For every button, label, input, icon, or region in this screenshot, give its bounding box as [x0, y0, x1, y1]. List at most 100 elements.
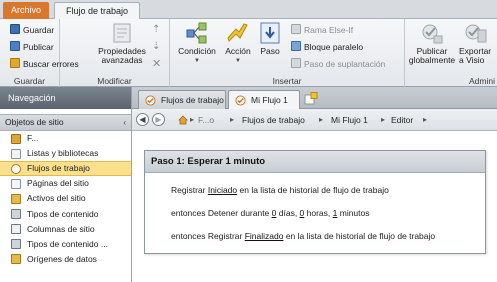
nav-item-label: Tipos de contenido — [27, 208, 99, 219]
step-button[interactable]: Paso — [257, 21, 283, 56]
action-text: minutos — [337, 208, 370, 218]
workflow-icon — [145, 95, 156, 106]
publish-label: Publicar — [23, 42, 54, 52]
new-tab-icon[interactable] — [304, 92, 318, 105]
condition-button[interactable]: Condición ▼ — [175, 21, 219, 66]
breadcrumb-separator: ▸ — [190, 115, 195, 124]
publish-button[interactable]: Publicar — [10, 41, 54, 53]
action-button[interactable]: Acción ▼ — [220, 21, 256, 66]
list-icon — [11, 148, 21, 159]
forward-button[interactable]: ▶ — [152, 113, 165, 126]
nav-item-label: Páginas del sitio — [27, 178, 89, 189]
export-visio-icon — [465, 24, 487, 43]
publish-globally-label-2: globalmente — [408, 55, 456, 65]
action-label: Acción — [225, 46, 251, 56]
nav-item-external-content-types[interactable]: Tipos de contenido ... — [0, 237, 131, 252]
nav-item-home[interactable]: F... — [0, 131, 131, 146]
else-if-label: Rama Else-If — [304, 25, 354, 35]
breadcrumb-site[interactable]: F...o — [198, 113, 214, 127]
breadcrumb-separator: ▸ — [381, 115, 386, 124]
save-icon — [10, 24, 20, 34]
nav-item-content-types[interactable]: Tipos de contenido — [0, 206, 131, 221]
delete-icon[interactable]: ✕ — [152, 58, 161, 70]
tab-workflows[interactable]: Flujos de trabajo — [138, 90, 226, 109]
advanced-properties-button[interactable]: Propiedades avanzadas — [94, 21, 150, 65]
step-icon — [260, 22, 280, 44]
back-button[interactable]: ◀ — [136, 113, 149, 126]
nav-item-label: Tipos de contenido ... — [27, 238, 108, 249]
step-title: Paso 1: Esperar 1 minuto — [145, 151, 485, 173]
site-objects-header[interactable]: Objetos de sitio ‹ — [0, 114, 131, 131]
condition-dropdown-icon: ▼ — [194, 58, 200, 64]
nav-item-label: Listas y bibliotecas — [27, 148, 99, 159]
nav-item-site-pages[interactable]: Páginas del sitio — [0, 176, 131, 191]
action-text: horas, — [304, 208, 333, 218]
breadcrumb-my-workflow[interactable]: Mi Flujo 1 — [331, 113, 368, 127]
page-icon — [11, 178, 21, 189]
nav-item-site-assets[interactable]: Activos del sitio — [0, 191, 131, 206]
parallel-block-button[interactable]: Bloque paralelo — [291, 41, 363, 53]
tab-workflows-label: Flujos de trabajo — [161, 95, 224, 105]
condition-icon — [186, 22, 207, 44]
navigation-header: Navegación — [0, 87, 131, 109]
data-source-icon — [11, 254, 21, 265]
log-message-link[interactable]: Iniciado — [208, 185, 237, 195]
ribbon: Guardar Publicar Buscar errores Guardar … — [0, 19, 497, 87]
breadcrumb-editor[interactable]: Editor — [391, 113, 413, 127]
step-action-log-end: entonces Registrar Finalizado en la list… — [171, 230, 435, 242]
impersonation-step-button[interactable]: Paso de suplantación — [291, 58, 385, 70]
step-action-pause: entonces Detener durante 0 días, 0 horas… — [171, 207, 370, 219]
parallel-block-icon — [291, 41, 301, 51]
external-content-icon — [11, 239, 21, 250]
breadcrumb-workflows[interactable]: Flujos de trabajo — [242, 113, 305, 127]
breadcrumb-separator: ▸ — [423, 115, 428, 124]
else-if-icon — [291, 24, 301, 34]
save-button[interactable]: Guardar — [10, 24, 54, 36]
nav-item-label: Columnas de sitio — [27, 223, 95, 234]
file-tab[interactable]: Archivo — [3, 2, 49, 19]
tab-workflow[interactable]: Flujo de trabajo — [54, 2, 140, 20]
publish-globally-button[interactable]: Publicar globalmente — [408, 21, 456, 65]
breadcrumb: ◀ ▶ ▸ F...o ▸ Flujos de trabajo ▸ Mi Flu… — [132, 109, 497, 131]
action-text: en la lista de historial de flujo de tra… — [237, 185, 389, 195]
nav-item-label: Orígenes de datos — [27, 253, 97, 264]
action-text: entonces Registrar — [171, 231, 245, 241]
workflow-icon — [11, 163, 21, 174]
log-message-link[interactable]: Finalizado — [245, 231, 284, 241]
site-objects-label: Objetos de sitio — [5, 117, 64, 127]
nav-item-data-sources[interactable]: Orígenes de datos — [0, 252, 131, 267]
home-icon — [11, 133, 21, 144]
home-icon[interactable] — [178, 115, 188, 125]
action-text: en la lista de historial de flujo de tra… — [283, 231, 436, 241]
check-errors-icon — [10, 58, 20, 68]
export-visio-button[interactable]: Exportar a Visio — [459, 21, 497, 65]
admin-group-label: Admini — [469, 76, 495, 86]
assets-icon — [11, 193, 21, 204]
content-type-icon — [11, 209, 21, 220]
ribbon-tab-strip: Archivo Flujo de trabajo — [0, 0, 497, 20]
admin-group: Publicar globalmente Exportar a Visio Ad… — [405, 19, 497, 87]
move-down-icon[interactable]: ⇣ — [152, 41, 160, 53]
advanced-properties-label-2: avanzadas — [101, 55, 143, 65]
move-up-icon[interactable]: ⇡ — [152, 24, 160, 36]
action-icon — [227, 23, 248, 42]
collapse-icon[interactable]: ‹ — [123, 115, 126, 130]
export-visio-label-2: a Visio — [459, 55, 485, 65]
nav-item-lists[interactable]: Listas y bibliotecas — [0, 146, 131, 161]
insert-group-label: Insertar — [272, 76, 302, 86]
tab-my-workflow[interactable]: Mi Flujo 1 — [228, 90, 300, 110]
publish-globally-icon — [422, 24, 443, 44]
parallel-block-label: Bloque paralelo — [304, 42, 364, 52]
columns-icon — [11, 224, 21, 235]
save-group-label: Guardar — [13, 76, 46, 86]
impersonation-label: Paso de suplantación — [304, 59, 386, 69]
workflow-step[interactable]: Paso 1: Esperar 1 minuto Registrar Inici… — [144, 150, 486, 254]
document-tab-strip: Flujos de trabajo Mi Flujo 1 — [132, 87, 497, 110]
condition-label: Condición — [178, 46, 216, 56]
else-if-branch-button[interactable]: Rama Else-If — [291, 24, 353, 36]
nav-item-site-columns[interactable]: Columnas de sitio — [0, 222, 131, 237]
action-text: días, — [276, 208, 300, 218]
nav-item-workflows[interactable]: Flujos de trabajo — [0, 161, 131, 177]
breadcrumb-separator: ▸ — [319, 115, 324, 124]
action-dropdown-icon: ▼ — [235, 58, 241, 64]
